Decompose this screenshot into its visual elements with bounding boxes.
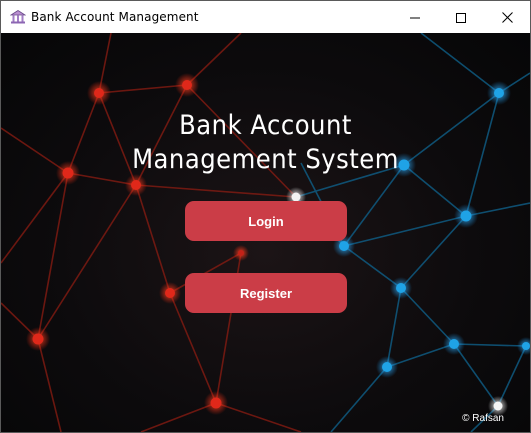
window-title: Bank Account Management [31, 10, 199, 24]
bank-icon [10, 9, 26, 25]
credit-text: © Rafsan [462, 413, 504, 424]
heading-line-2: Management System [132, 144, 399, 175]
maximize-button[interactable] [438, 1, 484, 33]
login-button[interactable]: Login [185, 201, 347, 241]
app-window: Bank Account Management Bank Account Man… [0, 0, 531, 433]
window-controls [392, 1, 530, 33]
minimize-icon [410, 8, 420, 27]
title-bar[interactable]: Bank Account Management [1, 1, 530, 33]
register-button[interactable]: Register [185, 273, 347, 313]
close-icon [501, 8, 513, 27]
minimize-button[interactable] [392, 1, 438, 33]
heading-line-1: Bank Account [179, 110, 352, 141]
main-canvas: Bank Account Management System Login Reg… [1, 33, 530, 432]
close-button[interactable] [484, 1, 530, 33]
maximize-icon [456, 8, 466, 27]
